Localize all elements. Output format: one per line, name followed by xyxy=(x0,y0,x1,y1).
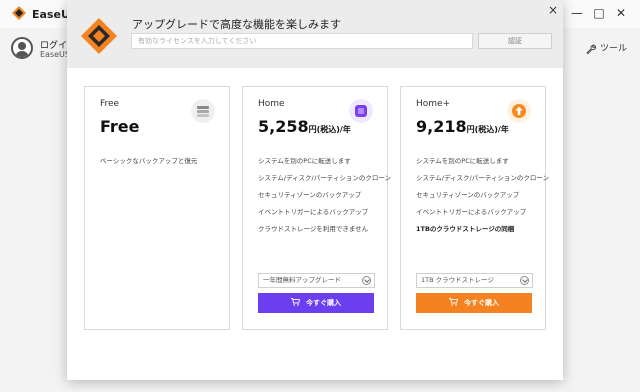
feature-item: クラウドストレージを利用できません xyxy=(258,225,369,233)
buy-now-button-home[interactable]: 今すぐ購入 xyxy=(258,293,374,313)
license-key-input[interactable] xyxy=(131,33,473,49)
cart-icon xyxy=(449,298,459,306)
plan-price: 5,258円(税込)/年 xyxy=(258,117,351,136)
buy-now-button-home-plus[interactable]: 今すぐ購入 xyxy=(416,293,532,313)
plan-name: Home+ xyxy=(416,99,451,109)
storage-option-select[interactable]: 1TB クラウドストレージ xyxy=(416,273,533,288)
window-close-button[interactable]: ✕ xyxy=(614,6,628,20)
plan-name: Home xyxy=(258,99,285,109)
plan-price: Free xyxy=(100,117,140,136)
cart-icon xyxy=(291,298,301,306)
feature-item: イベントトリガーによるバックアップ xyxy=(258,208,369,216)
feature-item: システムを別のPCに転送します xyxy=(258,157,351,165)
feature-item: システム/ディスク/パーティションのクローン xyxy=(258,174,392,182)
feature-item: ベーシックなバックアップと復元 xyxy=(100,157,198,165)
feature-item: セキュリティゾーンのバックアップ xyxy=(258,191,362,199)
feature-item: セキュリティゾーンのバックアップ xyxy=(416,191,520,199)
plan-card-free: Free Free ベーシックなバックアップと復元 xyxy=(84,86,230,330)
wrench-icon xyxy=(586,44,597,54)
dialog-close-button[interactable]: × xyxy=(547,3,559,17)
tool-label: ツール xyxy=(600,44,628,54)
upgrade-dialog: アップグレードで高度な機能を楽しみます 認証 × Free Free ベーシック… xyxy=(67,0,563,380)
feature-item: システム/ディスク/パーティションのクローン xyxy=(416,174,550,182)
plans-container: Free Free ベーシックなバックアップと復元 Home 5,258円(税込… xyxy=(67,68,563,380)
chevron-down-icon xyxy=(520,276,529,285)
feature-list: ベーシックなバックアップと復元 xyxy=(100,157,224,174)
feature-item: システムを別のPCに転送します xyxy=(416,157,509,165)
home-plan-icon xyxy=(349,99,373,123)
dialog-header: アップグレードで高度な機能を楽しみます 認証 × xyxy=(67,0,563,68)
plan-price: 9,218円(税込)/年 xyxy=(416,117,509,136)
plan-name: Free xyxy=(100,99,120,109)
plan-card-home-plus: Home+ 9,218円(税込)/年 システムを別のPCに転送します システム/… xyxy=(400,86,550,330)
feature-item: 1TBのクラウドストレージの同梱 xyxy=(416,225,515,233)
dialog-title: アップグレードで高度な機能を楽しみます xyxy=(132,18,341,31)
feature-list: システムを別のPCに転送します システム/ディスク/パーティションのクローン セ… xyxy=(416,157,550,242)
tool-menu[interactable]: ツール xyxy=(586,41,627,54)
easeus-logo-icon xyxy=(81,18,117,54)
minimize-button[interactable]: — xyxy=(570,6,584,20)
avatar[interactable] xyxy=(11,37,33,59)
free-plan-icon xyxy=(191,99,215,123)
maximize-button[interactable]: □ xyxy=(592,6,606,20)
easeus-logo-icon xyxy=(12,6,26,20)
feature-list: システムを別のPCに転送します システム/ディスク/パーティションのクローン セ… xyxy=(258,157,392,242)
upgrade-option-select[interactable]: 一年間無料アップグレード xyxy=(258,273,375,288)
feature-item: イベントトリガーによるバックアップ xyxy=(416,208,527,216)
home-plus-plan-icon xyxy=(507,99,531,123)
plan-card-home: Home 5,258円(税込)/年 システムを別のPCに転送します システム/デ… xyxy=(242,86,392,330)
login-sub-label: EaseUS xyxy=(40,50,70,59)
authenticate-button[interactable]: 認証 xyxy=(478,33,552,49)
chevron-down-icon xyxy=(362,276,371,285)
